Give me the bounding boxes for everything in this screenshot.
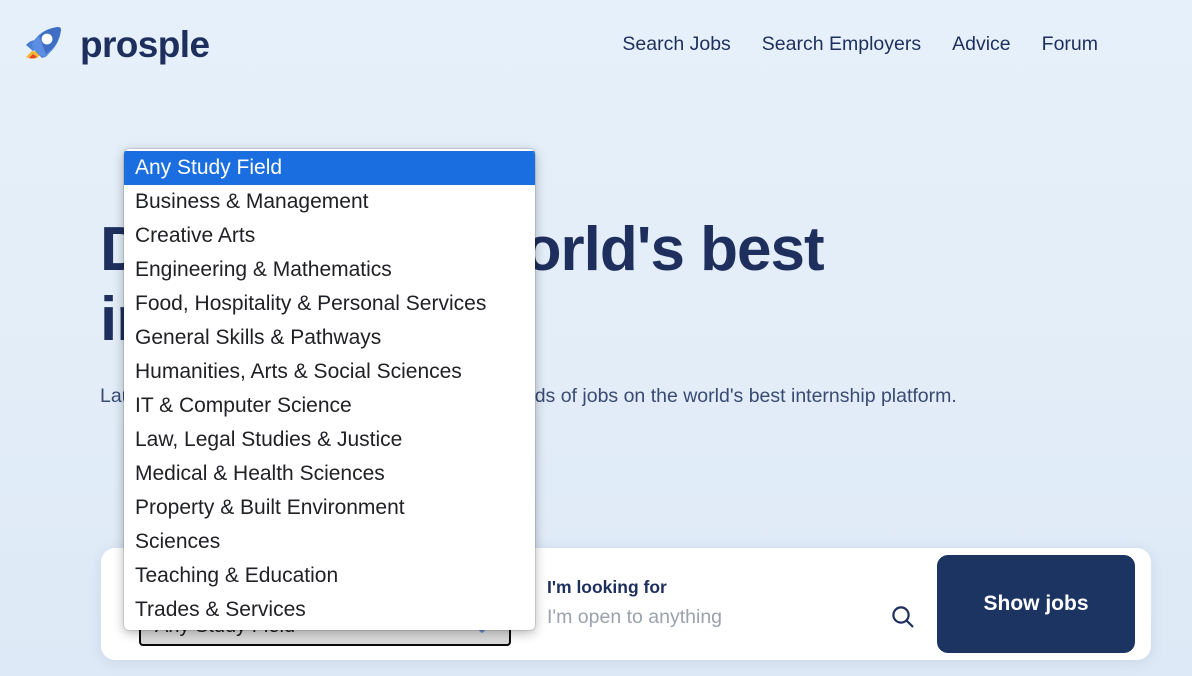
brand-logo-link[interactable]: prosple [22,21,210,67]
dropdown-option[interactable]: IT & Computer Science [124,389,535,423]
dropdown-option[interactable]: Sciences [124,525,535,559]
dropdown-option[interactable]: Business & Management [124,185,535,219]
nav-search-jobs[interactable]: Search Jobs [622,33,730,56]
dropdown-option[interactable]: Medical & Health Sciences [124,457,535,491]
page-root: prosple Search Jobs Search Employers Adv… [0,0,1192,676]
dropdown-option[interactable]: Any Study Field [124,151,535,185]
keyword-input-row [547,603,923,631]
dropdown-option[interactable]: Teaching & Education [124,559,535,593]
study-field-label: Study field [117,548,118,549]
dropdown-option[interactable]: Property & Built Environment [124,491,535,525]
nav-advice[interactable]: Advice [952,33,1011,56]
dropdown-option[interactable]: Humanities, Arts & Social Sciences [124,355,535,389]
study-field-dropdown-list[interactable]: Any Study FieldBusiness & ManagementCrea… [124,149,535,630]
dropdown-option[interactable]: Creative Arts [124,219,535,253]
rocket-icon [22,21,68,67]
search-input[interactable] [547,605,879,629]
brand-name: prosple [80,23,210,65]
dropdown-option[interactable]: Law, Legal Studies & Justice [124,423,535,457]
nav-search-employers[interactable]: Search Employers [762,33,921,56]
show-jobs-button[interactable]: Show jobs [937,555,1135,653]
dropdown-option[interactable]: General Skills & Pathways [124,321,535,355]
site-header: prosple Search Jobs Search Employers Adv… [0,0,1192,88]
dropdown-option[interactable]: Food, Hospitality & Personal Services [124,287,535,321]
dropdown-option[interactable]: Engineering & Mathematics [124,253,535,287]
keyword-field-group: I'm looking for [531,548,923,660]
dropdown-option[interactable]: Trades & Services [124,593,535,627]
keyword-field-label: I'm looking for [547,577,667,597]
search-icon[interactable] [879,603,923,631]
main-navigation: Search Jobs Search Employers Advice Foru… [622,33,1170,56]
nav-forum[interactable]: Forum [1042,33,1098,56]
